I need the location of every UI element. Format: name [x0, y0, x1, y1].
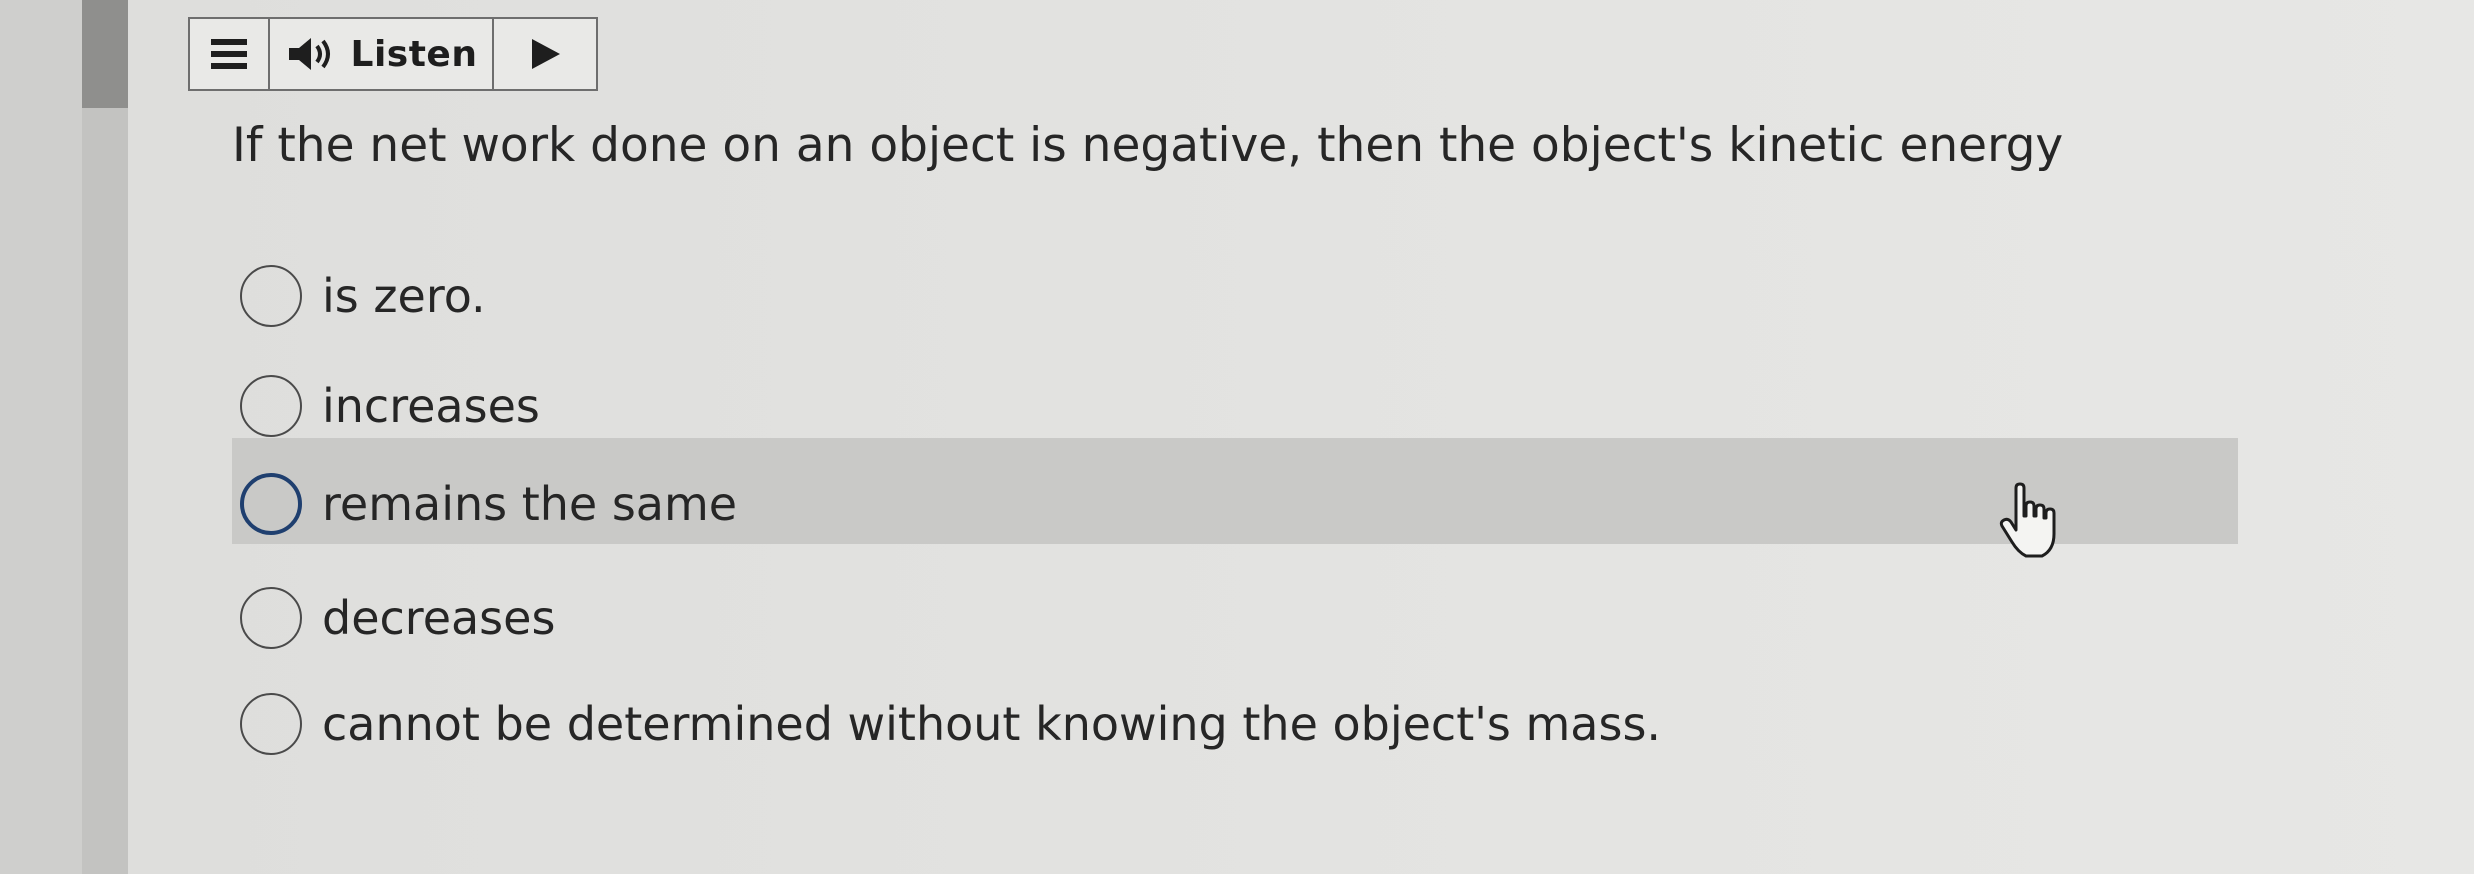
- listen-menu-button[interactable]: [190, 19, 270, 89]
- radio-button[interactable]: [240, 473, 302, 535]
- option-label: cannot be determined without knowing the…: [322, 697, 1662, 751]
- hand-pointer-cursor-icon: [1999, 482, 2056, 558]
- question-text: If the net work done on an object is neg…: [232, 118, 2064, 173]
- answer-option-3[interactable]: remains the same: [240, 462, 737, 546]
- answer-option-5[interactable]: cannot be determined without knowing the…: [240, 682, 1661, 766]
- option-label: decreases: [322, 591, 556, 645]
- option-label: is zero.: [322, 269, 486, 323]
- radio-button[interactable]: [240, 693, 302, 755]
- answer-option-4[interactable]: decreases: [240, 576, 555, 660]
- listen-label: Listen: [350, 33, 478, 75]
- window-edge: [0, 0, 82, 874]
- answer-option-2[interactable]: increases: [240, 364, 540, 448]
- play-button[interactable]: [494, 19, 596, 89]
- listen-toolbar: Listen: [188, 17, 598, 91]
- radio-button[interactable]: [240, 265, 302, 327]
- option-label: increases: [322, 379, 540, 433]
- option-label: remains the same: [322, 477, 738, 531]
- menu-bars-icon: [211, 39, 247, 69]
- play-triangle-icon: [532, 39, 560, 69]
- scrollbar-track[interactable]: [82, 0, 128, 874]
- listen-button[interactable]: Listen: [270, 19, 494, 89]
- speaker-icon: [288, 38, 330, 70]
- answer-option-1[interactable]: is zero.: [240, 254, 486, 338]
- scrollbar-thumb[interactable]: [82, 0, 128, 108]
- radio-button[interactable]: [240, 587, 302, 649]
- radio-button[interactable]: [240, 375, 302, 437]
